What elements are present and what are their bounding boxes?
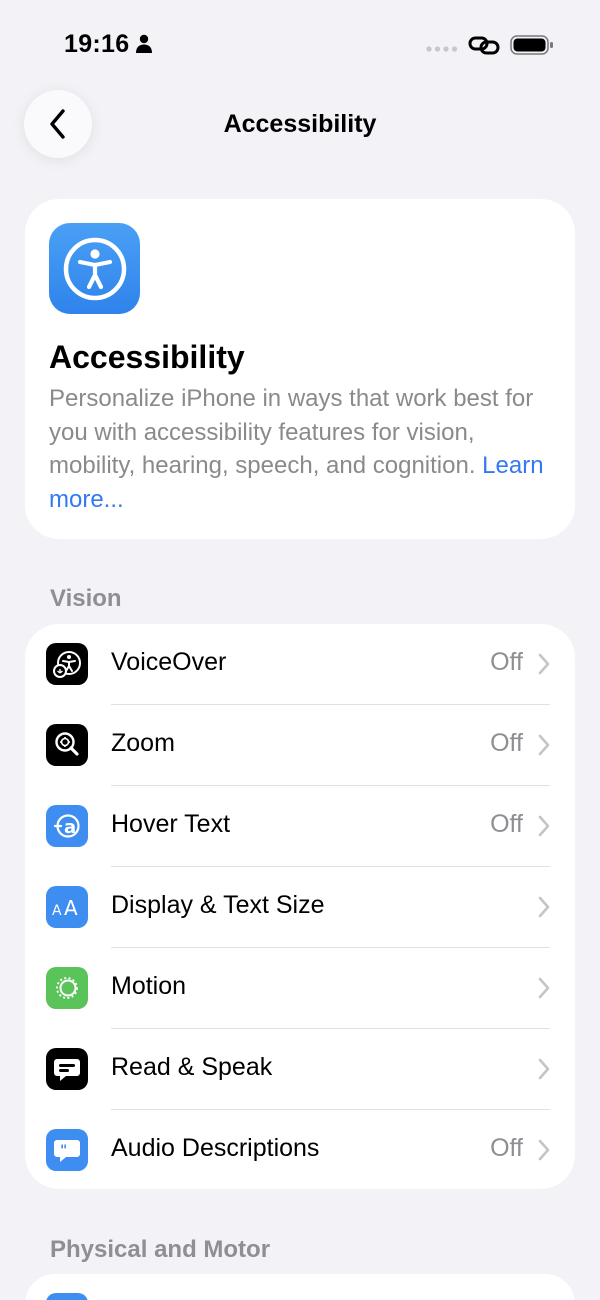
- description-text: Personalize iPhone in ways that work bes…: [49, 385, 534, 479]
- list-item-hover-text[interactable]: a Hover Text Off: [25, 786, 575, 867]
- accessibility-icon: [49, 223, 140, 314]
- chevron-right-icon: [538, 734, 550, 756]
- motion-icon: [46, 967, 88, 1009]
- row-value: Off: [490, 1134, 523, 1162]
- status-bar: 19:16: [0, 0, 600, 90]
- row-value: Off: [490, 810, 523, 838]
- voiceover-icon: [46, 643, 88, 685]
- accessibility-header-card: Accessibility Personalize iPhone in ways…: [25, 199, 575, 539]
- chevron-right-icon: [538, 977, 550, 999]
- chevron-right-icon: [538, 653, 550, 675]
- row-label: VoiceOver: [111, 648, 227, 676]
- status-time: 19:16: [64, 30, 130, 58]
- list-item-zoom[interactable]: Zoom Off: [25, 705, 575, 786]
- row-label: Audio Descriptions: [111, 1134, 320, 1162]
- list-item-display-text-size[interactable]: A A Display & Text Size: [25, 867, 575, 948]
- section-header-physical-motor: Physical and Motor: [50, 1236, 271, 1263]
- chevron-right-icon: [538, 1139, 550, 1161]
- section-header-vision: Vision: [50, 585, 122, 612]
- link-icon: [468, 36, 500, 55]
- battery-icon: [510, 35, 553, 55]
- row-label: Zoom: [111, 729, 175, 757]
- chevron-right-icon: [538, 815, 550, 837]
- row-value: Off: [490, 648, 523, 676]
- card-description: Personalize iPhone in ways that work bes…: [49, 382, 549, 516]
- audio-descriptions-icon: ": [46, 1129, 88, 1171]
- chevron-right-icon: [538, 896, 550, 918]
- row-label: Hover Text: [111, 810, 231, 838]
- cellular-dots-icon: [426, 46, 458, 52]
- chevron-right-icon: [538, 1058, 550, 1080]
- list-item-read-speak[interactable]: Read & Speak: [25, 1029, 575, 1110]
- row-label: Motion: [111, 972, 187, 1000]
- list-item-audio-descriptions[interactable]: " Audio Descriptions Off: [25, 1110, 575, 1189]
- vision-list: VoiceOver Off Zoom Off a Hover Text Off …: [25, 624, 575, 1189]
- page-title: Accessibility: [223, 110, 377, 138]
- row-value: Off: [490, 729, 523, 757]
- physical-motor-list: [25, 1274, 575, 1300]
- hover-text-icon: a: [46, 805, 88, 847]
- person-icon: [136, 34, 152, 53]
- svg-text:a: a: [64, 817, 76, 838]
- card-title: Accessibility: [49, 339, 245, 375]
- row-label: Read & Speak: [111, 1053, 273, 1081]
- row-label: Display & Text Size: [111, 891, 325, 919]
- svg-text:A: A: [64, 896, 78, 920]
- speech-bubble-icon: [46, 1048, 88, 1090]
- svg-text:": ": [60, 1143, 67, 1159]
- list-item-motion[interactable]: Motion: [25, 948, 575, 1029]
- list-item-voiceover[interactable]: VoiceOver Off: [25, 624, 575, 705]
- zoom-icon: [46, 724, 88, 766]
- text-size-icon: A A: [46, 886, 88, 928]
- list-item-icon: [46, 1293, 88, 1300]
- svg-text:A: A: [52, 903, 62, 919]
